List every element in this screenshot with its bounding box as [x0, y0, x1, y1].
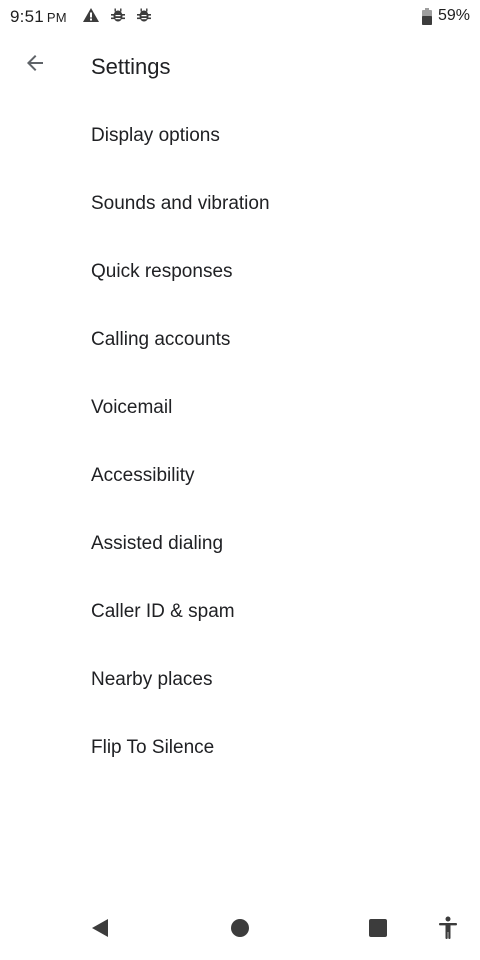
settings-item-label: Assisted dialing: [91, 533, 224, 554]
back-button[interactable]: [12, 42, 58, 88]
nav-back-button[interactable]: [80, 912, 120, 948]
arrow-back-icon: [23, 51, 47, 80]
status-time-ampm: PM: [46, 10, 67, 25]
accessibility-button[interactable]: [428, 912, 468, 948]
settings-item-display-options[interactable]: Display options: [0, 102, 480, 170]
nav-recents-icon: [368, 918, 388, 943]
bug-icon: [110, 7, 126, 23]
nav-home-button[interactable]: [220, 912, 260, 948]
nav-back-icon: [89, 917, 111, 944]
accessibility-icon: [437, 916, 459, 945]
status-time-value: 9:51: [10, 7, 44, 26]
settings-item-caller-id-spam[interactable]: Caller ID & spam: [0, 578, 480, 646]
settings-item-label: Flip To Silence: [91, 737, 215, 758]
settings-item-quick-responses[interactable]: Quick responses: [0, 238, 480, 306]
settings-item-label: Sounds and vibration: [91, 193, 270, 214]
settings-item-flip-to-silence[interactable]: Flip To Silence: [0, 714, 480, 782]
settings-item-label: Voicemail: [91, 397, 173, 418]
settings-item-voicemail[interactable]: Voicemail: [0, 374, 480, 442]
status-time: 9:51 PM: [10, 7, 67, 27]
settings-item-label: Display options: [91, 125, 220, 146]
settings-item-calling-accounts[interactable]: Calling accounts: [0, 306, 480, 374]
app-bar: Settings: [0, 32, 480, 102]
status-bar: 9:51 PM 59%: [0, 0, 480, 32]
settings-item-nearby-places[interactable]: Nearby places: [0, 646, 480, 714]
status-right: 59%: [421, 7, 470, 25]
settings-item-label: Accessibility: [91, 465, 195, 486]
page-title: Settings: [91, 54, 171, 79]
warning-icon: [82, 7, 100, 23]
settings-item-sounds-and-vibration[interactable]: Sounds and vibration: [0, 170, 480, 238]
settings-item-label: Calling accounts: [91, 329, 231, 350]
settings-item-label: Nearby places: [91, 669, 213, 690]
nav-home-icon: [230, 918, 250, 943]
notification-icons: [82, 7, 152, 23]
battery-percent: 59%: [437, 7, 470, 24]
settings-item-assisted-dialing[interactable]: Assisted dialing: [0, 510, 480, 578]
nav-recents-button[interactable]: [358, 912, 398, 948]
settings-item-label: Quick responses: [91, 261, 233, 282]
bug-icon: [136, 7, 152, 23]
nav-bar: [0, 900, 480, 960]
battery-icon: [421, 7, 432, 25]
settings-list: Display options Sounds and vibration Qui…: [0, 102, 480, 782]
settings-item-accessibility[interactable]: Accessibility: [0, 442, 480, 510]
settings-item-label: Caller ID & spam: [91, 601, 235, 622]
